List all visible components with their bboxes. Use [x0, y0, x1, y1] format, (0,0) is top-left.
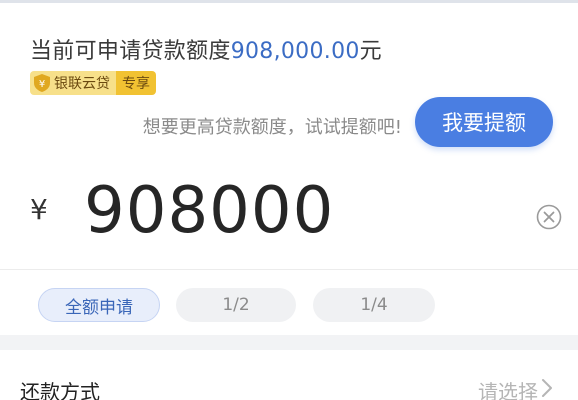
limit-suffix: 元 — [359, 39, 382, 64]
product-badge: ¥ 银联云贷 专享 — [30, 71, 156, 95]
loan-amount-input[interactable]: 908000 — [84, 171, 334, 251]
available-limit-text: 当前可申请贷款额度908,000.00元 — [30, 33, 382, 65]
repayment-method-value: 请选择 — [478, 380, 538, 400]
chip-quarter-amount[interactable]: 1/4 — [313, 288, 435, 322]
badge-product-name: 银联云贷 — [54, 76, 110, 92]
raise-limit-button[interactable]: 我要提额 — [415, 97, 553, 147]
badge-exclusive-tag: 专享 — [116, 71, 156, 95]
raise-limit-hint: 想要更高贷款额度，试试提额吧! — [142, 117, 402, 138]
chip-half-amount[interactable]: 1/2 — [176, 288, 296, 322]
shield-icon: ¥ — [34, 74, 50, 92]
chevron-right-icon — [542, 379, 552, 397]
svg-text:¥: ¥ — [39, 79, 45, 90]
limit-prefix: 当前可申请贷款额度 — [30, 39, 231, 64]
amount-divider — [0, 269, 578, 270]
chip-full-amount[interactable]: 全额申请 — [38, 288, 160, 322]
repayment-method-row[interactable]: 还款方式 请选择 — [0, 350, 578, 400]
badge-name-section: ¥ 银联云贷 — [30, 71, 116, 95]
currency-symbol: ¥ — [30, 193, 48, 226]
loan-amount-card: 当前可申请贷款额度908,000.00元 ¥ 银联云贷 专享 想要更高贷款额度，… — [0, 3, 578, 335]
repayment-method-label: 还款方式 — [20, 380, 100, 400]
clear-circle-icon[interactable] — [536, 204, 562, 230]
limit-amount: 908,000.00 — [230, 39, 360, 64]
